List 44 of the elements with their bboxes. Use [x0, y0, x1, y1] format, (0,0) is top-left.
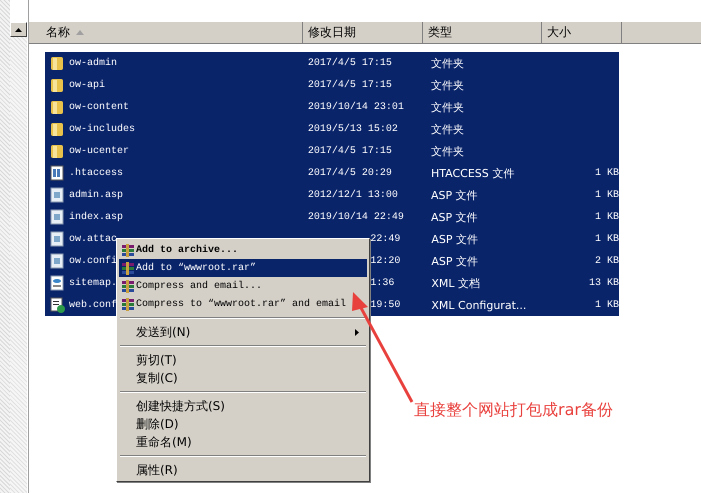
- file-type: ASP 文件: [431, 188, 478, 202]
- file-name: ow.confi: [69, 256, 118, 266]
- file-size: 1 KB: [595, 190, 620, 200]
- file-date: 22:49: [370, 234, 400, 244]
- file-type: XML Configurat...: [431, 298, 526, 312]
- file-type: 文件夹: [431, 78, 464, 92]
- file-size: 2 KB: [594, 256, 619, 266]
- file-name: web.conf: [69, 300, 118, 310]
- file-name: ow-api: [69, 80, 106, 90]
- file-name: index.asp: [69, 212, 124, 222]
- file-type: 文件夹: [431, 144, 464, 158]
- file-name: .htaccess: [69, 168, 124, 178]
- file-size: 1 KB: [594, 300, 619, 310]
- file-date: 2017/4/5 17:15: [308, 80, 392, 90]
- file-type: XML 文档: [431, 276, 480, 290]
- file-size: 13 KB: [588, 278, 619, 288]
- file-name: ow-includes: [69, 124, 136, 134]
- file-name: admin.asp: [69, 190, 124, 200]
- file-date: 1:36: [370, 278, 394, 288]
- file-name: ow-content: [69, 102, 130, 112]
- file-type: HTACCESS 文件: [431, 166, 514, 180]
- file-name: ow-admin: [69, 58, 118, 68]
- file-type: ASP 文件: [431, 210, 478, 224]
- file-type: 文件夹: [431, 100, 464, 114]
- file-date: 2012/12/1 13:00: [308, 190, 398, 200]
- file-date: 2019/10/14 22:49: [308, 212, 404, 222]
- file-date: 12:20: [370, 256, 400, 266]
- file-type: ASP 文件: [431, 232, 478, 246]
- file-name: ow.attac: [69, 234, 118, 244]
- file-date: 2019/10/14 23:01: [308, 102, 404, 112]
- file-name: ow-ucenter: [69, 146, 130, 156]
- file-date: 2019/5/13 15:02: [308, 124, 398, 134]
- file-size: 1 KB: [595, 168, 620, 178]
- file-type: 文件夹: [431, 122, 464, 136]
- file-date: 2017/4/5 20:29: [308, 168, 392, 178]
- file-type: ASP 文件: [431, 254, 478, 268]
- file-size: 1 KB: [595, 212, 620, 222]
- file-date: 19:50: [370, 300, 400, 310]
- file-type: 文件夹: [431, 56, 464, 70]
- file-size: 1 KB: [594, 234, 619, 244]
- file-date: 2017/4/5 17:15: [308, 146, 392, 156]
- file-name: sitemap.: [69, 278, 118, 288]
- file-date: 2017/4/5 17:15: [308, 58, 392, 68]
- annotation-text: 直接整个网站打包成rar备份: [414, 400, 613, 421]
